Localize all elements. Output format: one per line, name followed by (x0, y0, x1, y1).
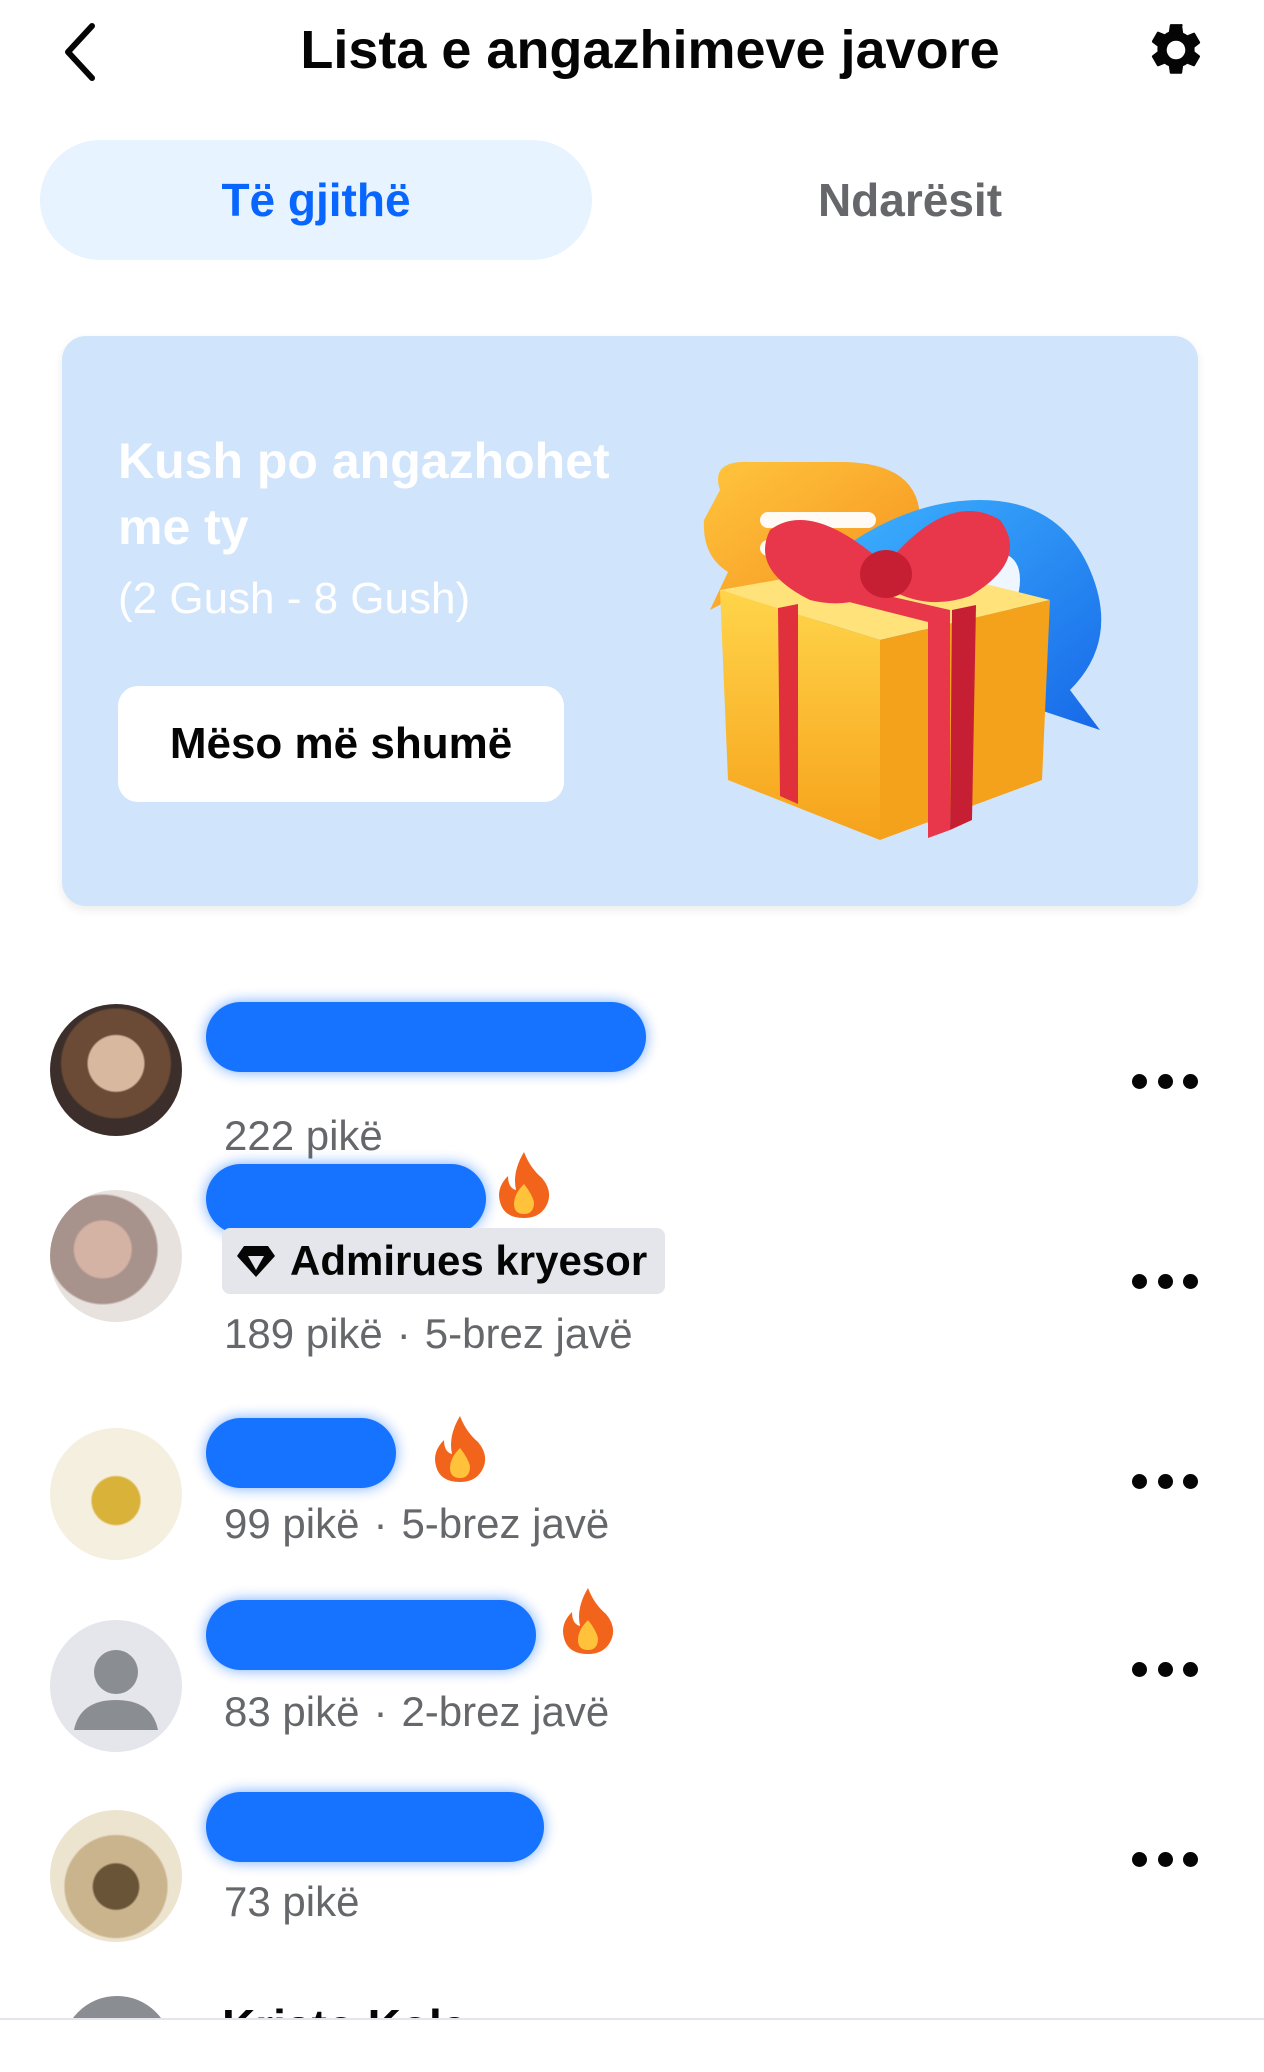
streak-label: 5-brez javë (401, 1500, 610, 1547)
divider (0, 2018, 1264, 2020)
avatar[interactable] (62, 1996, 172, 2020)
avatar[interactable] (50, 1428, 182, 1560)
redacted-name (206, 1792, 544, 1862)
streak-label: 5-brez javë (424, 1310, 633, 1357)
more-dot-icon (1157, 1473, 1173, 1489)
avatar[interactable] (50, 1810, 182, 1942)
separator-dot: · (373, 1500, 388, 1547)
promo-title: Kush po angazhohet me ty (118, 433, 610, 555)
promo-illustration (703, 461, 1102, 840)
more-dot-icon (1157, 1661, 1173, 1677)
separator-dot: · (396, 1310, 411, 1357)
more-dot-icon (1132, 1073, 1147, 1089)
avatar[interactable] (50, 1004, 182, 1136)
top-bar: Lista e angazhimeve javore (0, 0, 1264, 110)
promo-subtitle: (2 Gush - 8 Gush) (118, 574, 471, 623)
learn-more-button[interactable]: Mëso më shumë (118, 686, 564, 802)
more-dot-icon (1183, 1851, 1198, 1867)
chevron-left-icon (65, 23, 95, 81)
member-meta: 189 pikë · 5-brez javë (224, 1308, 633, 1360)
page-title: Lista e angazhimeve javore (300, 20, 1000, 80)
more-options-button[interactable] (1120, 1456, 1210, 1506)
redacted-name (206, 1418, 396, 1488)
fire-icon (499, 1152, 550, 1218)
diamond-icon (237, 1246, 275, 1277)
points-label: 83 pikë (224, 1688, 360, 1735)
gear-icon (1151, 24, 1201, 74)
more-dot-icon (1157, 1073, 1173, 1089)
more-dot-icon (1183, 1273, 1198, 1289)
tab-all[interactable]: Të gjithë (40, 140, 592, 260)
streak-label: 2-brez javë (401, 1688, 610, 1735)
more-options-button[interactable] (1120, 1056, 1210, 1106)
tab-sharers[interactable]: Ndarësit (680, 140, 1140, 260)
more-dot-icon (1132, 1473, 1147, 1489)
member-meta: 73 pikë (224, 1876, 359, 1928)
separator-dot: · (373, 1688, 388, 1735)
member-name: Kristo Kola (222, 1994, 467, 2020)
member-meta: 99 pikë · 5-brez javë (224, 1498, 609, 1550)
more-dot-icon (1132, 1851, 1147, 1867)
points-label: 99 pikë (224, 1500, 360, 1547)
gift-box-icon (720, 511, 1050, 840)
more-dot-icon (1183, 1473, 1198, 1489)
more-dot-icon (1157, 1273, 1173, 1289)
back-button[interactable] (50, 12, 110, 92)
avatar[interactable] (50, 1620, 182, 1752)
more-options-button[interactable] (1120, 1256, 1210, 1306)
list-item-peek[interactable]: Kristo Kola (0, 1990, 1264, 2020)
member-meta: 83 pikë · 2-brez javë (224, 1686, 609, 1738)
points-label: 222 pikë (224, 1112, 383, 1159)
avatar[interactable] (50, 1190, 182, 1322)
more-options-button[interactable] (1120, 1834, 1210, 1884)
default-avatar-icon (74, 1650, 158, 1730)
more-dot-icon (1157, 1851, 1173, 1867)
badge-label: Admirues kryesor (290, 1237, 648, 1284)
redacted-name (206, 1002, 646, 1072)
redacted-name (206, 1164, 486, 1234)
fire-icon (435, 1416, 486, 1482)
status-badge: Admirues kryesor (222, 1228, 666, 1294)
more-dot-icon (1132, 1661, 1147, 1677)
tab-bar: Të gjithë Ndarësit (40, 140, 1224, 260)
points-label: 189 pikë (224, 1310, 383, 1357)
more-options-button[interactable] (1120, 1644, 1210, 1694)
more-dot-icon (1183, 1661, 1198, 1677)
fire-icon (563, 1588, 614, 1654)
redacted-name (206, 1600, 536, 1670)
settings-button[interactable] (1140, 14, 1212, 86)
points-label: 73 pikë (224, 1878, 360, 1925)
more-dot-icon (1132, 1273, 1147, 1289)
more-dot-icon (1183, 1073, 1198, 1089)
member-meta: 222 pikë (224, 1110, 383, 1162)
